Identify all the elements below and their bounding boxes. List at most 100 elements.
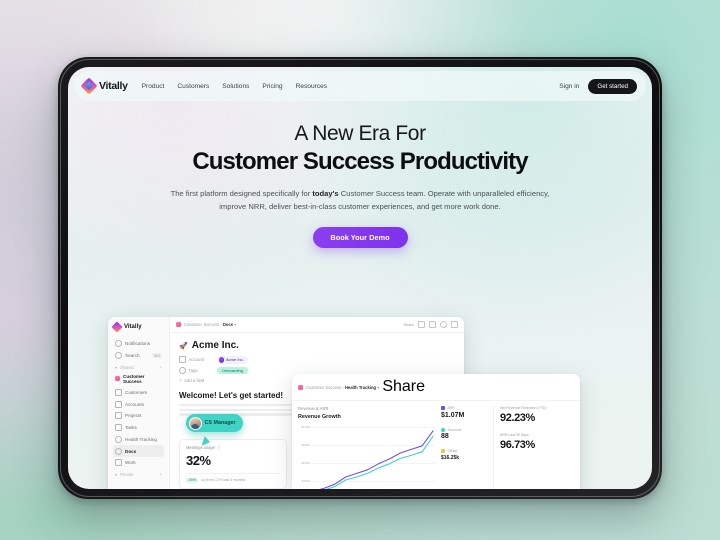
property-row-account[interactable]: Account Acme Inc. (179, 356, 455, 364)
sign-in-link[interactable]: Sign in (559, 83, 579, 90)
comment-icon[interactable] (418, 321, 425, 328)
grid-icon (115, 400, 122, 408)
more-icon[interactable] (451, 321, 458, 328)
avatar (188, 416, 202, 430)
upload-icon[interactable] (440, 321, 447, 328)
y-tick: $900k (301, 443, 310, 447)
sub-before: The first platform designed specifically… (170, 188, 313, 198)
nav-link-solutions[interactable]: Solutions (222, 83, 249, 90)
book-demo-button[interactable]: Book Your Demo (312, 227, 408, 249)
revenue-growth-chart: Revenue & ARR Revenue Growth $1.2M $900k… (298, 406, 435, 489)
checkbox-icon (115, 424, 122, 432)
sidebar-toggle-icon[interactable] (429, 321, 436, 328)
sidebar-item-label: Search (125, 353, 140, 359)
breadcrumb-parent[interactable]: Customer Success (306, 385, 341, 390)
sidebar-item-customer-success[interactable]: Customer Success (113, 372, 164, 387)
flag-icon (115, 412, 122, 420)
kpi-card-arr: ARR Last 90 Days 96.73% (500, 433, 574, 451)
legend-value: $1.07M (441, 411, 465, 419)
kpi-value: 96.73% (500, 439, 535, 451)
sidebar-item-notifications[interactable]: Notifications (113, 338, 164, 350)
hero-eyebrow: A New Era For (294, 122, 426, 145)
legend-label: Accounts (447, 427, 462, 432)
property-label: + Add a field (179, 378, 213, 383)
vitally-logo-icon (111, 321, 123, 333)
get-started-button[interactable]: Get started (588, 78, 637, 94)
health-toolbar-actions: Share (382, 378, 425, 396)
chart-legend: ARR $1.07M Accounts 88 Offline $16.25k (441, 406, 487, 489)
sidebar-brand-name: Vitally (124, 324, 142, 330)
kpi-label: ARR Last 90 Days (500, 433, 529, 437)
sidebar-item-label: Projects (125, 413, 142, 419)
legend-item-accounts: Accounts 88 (441, 427, 487, 440)
stat-delta-badge: 26% (186, 477, 199, 483)
sidebar-item-docs[interactable]: Docs (113, 445, 164, 458)
sidebar-item-label: Accounts (125, 401, 144, 407)
sidebar-item-accounts[interactable]: Accounts (113, 398, 164, 410)
nav-link-customers[interactable]: Customers (177, 83, 209, 90)
chevron-down-icon: ▾ (115, 471, 118, 477)
sidebar-item-label: Tasks (125, 425, 137, 431)
legend-item-annotation: Offline $16.25k (441, 449, 487, 461)
health-content: Revenue & ARR Revenue Growth $1.2M $900k… (292, 401, 580, 489)
sidebar-group-shared[interactable]: ▾ Shared + (113, 362, 164, 372)
nav-link-product[interactable]: Product (142, 83, 165, 90)
site-navbar: Vitally Product Customers Solutions Pric… (74, 71, 646, 101)
sidebar-item-tasks[interactable]: Tasks (113, 422, 164, 434)
property-label: Tags (179, 367, 213, 375)
legend-top: Accounts (441, 427, 487, 432)
sidebar-group-label: Shared (120, 364, 134, 370)
rocket-icon: 🚀 (179, 342, 188, 350)
doc-title: 🚀 Acme Inc. (179, 340, 455, 351)
kpi-label: Net Revenue Retention (YTD) (500, 406, 547, 410)
chart-annotation: $16.25k (441, 454, 460, 461)
sidebar-item-label: Health Tracking (125, 436, 157, 442)
hero-headline: Customer Success Productivity (192, 148, 528, 175)
nav-link-pricing[interactable]: Pricing (262, 83, 282, 90)
breadcrumb-parent[interactable]: Customer Success (184, 322, 219, 327)
sidebar-brand[interactable]: Vitally (111, 321, 164, 333)
sidebar-item-health-tracking[interactable]: Health Tracking (113, 433, 164, 445)
app-window-health-tracking: Customer Success › Health Tracking ▾ Sha… (292, 374, 580, 489)
sidebar-item-work[interactable]: Work (113, 457, 164, 469)
brand-logo[interactable]: Vitally (80, 77, 128, 95)
sidebar-group-private[interactable]: ▾ Private + (113, 469, 164, 479)
y-axis: $1.2M $900k $600k $300k (298, 423, 311, 489)
plus-icon[interactable]: + (160, 472, 162, 477)
cursor-label-text: CS Manager (204, 420, 236, 426)
chart-title: Revenue Growth (298, 414, 341, 420)
legend-top: Offline (441, 449, 487, 453)
tablet-screen: Vitally Product Customers Solutions Pric… (68, 67, 652, 489)
app-sidebar: Vitally Notifications Search ⌘K ▾ Shared… (108, 317, 170, 489)
chart-plot-area: $1.2M $900k $600k $300k (298, 423, 435, 489)
legend-color-swatch (441, 406, 445, 410)
vitally-logo-icon (80, 77, 98, 95)
breadcrumb: Customer Success › Docs ▾ (184, 322, 237, 327)
plus-icon[interactable]: + (160, 365, 162, 370)
search-shortcut: ⌘K (152, 353, 162, 359)
health-toolbar: Customer Success › Health Tracking ▾ Sha… (292, 374, 580, 401)
share-button[interactable]: Share (382, 378, 425, 395)
legend-top: ARR (441, 406, 487, 410)
tag-chip[interactable]: Onboarding (217, 366, 248, 375)
sidebar-item-customers[interactable]: Customers (113, 386, 164, 398)
legend-item-arr: ARR $1.07M (441, 406, 487, 419)
stat-value: 32% (186, 452, 211, 468)
breadcrumb-current: Health Tracking (344, 384, 377, 390)
sidebar-item-projects[interactable]: Projects (113, 410, 164, 422)
nav-links: Product Customers Solutions Pricing Reso… (142, 83, 327, 90)
legend-label: ARR (447, 406, 455, 410)
chevron-down-icon: ▾ (115, 364, 118, 370)
share-button[interactable]: Share (403, 322, 414, 327)
account-chip[interactable]: Acme Inc. (217, 356, 248, 364)
sidebar-item-label: Work (125, 460, 136, 466)
y-tick: $300k (301, 479, 310, 483)
add-field-label: Add a field (184, 377, 205, 383)
legend-value: 88 (441, 433, 449, 440)
search-icon (115, 352, 122, 360)
sidebar-item-search[interactable]: Search ⌘K (113, 350, 164, 362)
nav-link-resources[interactable]: Resources (296, 83, 328, 90)
kpi-card-nrr: Net Revenue Retention (YTD) 92.23% (500, 406, 574, 424)
tablet-device-frame: Vitally Product Customers Solutions Pric… (58, 57, 662, 499)
hero-section: A New Era For Customer Success Productiv… (68, 122, 652, 249)
